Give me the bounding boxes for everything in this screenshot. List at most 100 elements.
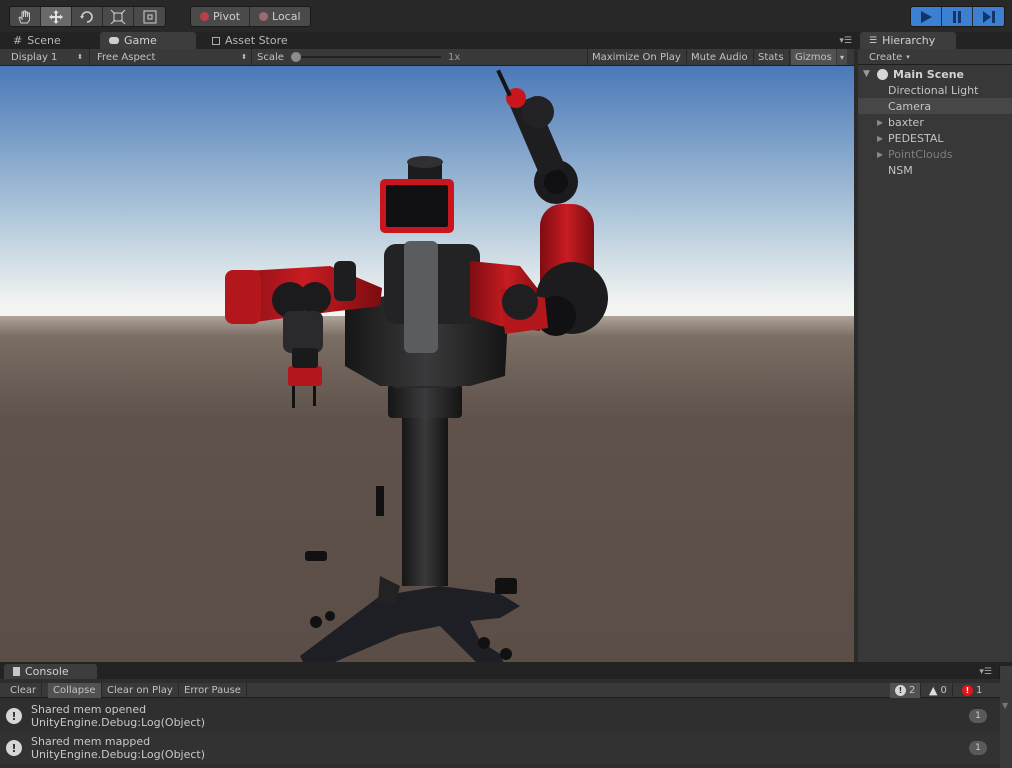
log-count-badge: 1 [969,741,987,755]
play-button[interactable] [911,7,942,26]
expand-arrow-icon[interactable]: ▶ [877,134,888,143]
scroll-down-icon[interactable]: ▼ [1002,701,1008,710]
tab-hierarchy-label: Hierarchy [882,34,936,47]
hierarchy-item-label: NSM [888,163,913,177]
local-button[interactable]: Local [250,7,310,26]
hierarchy-item[interactable]: Camera [858,98,1012,114]
hierarchy-item[interactable]: ▶ PEDESTAL [858,130,1012,146]
scale-slider[interactable] [291,52,441,62]
scale-slider-thumb[interactable] [291,52,301,62]
scale-tool-button[interactable] [103,7,134,26]
create-dropdown[interactable]: Create ▾ [869,49,910,65]
info-filter-toggle[interactable]: ! 2 [890,683,922,698]
hierarchy-tab-bar: ☰ Hierarchy [856,32,1012,49]
pause-button[interactable] [942,7,973,26]
hierarchy-item-label: Directional Light [888,83,979,97]
hierarchy-item-label: Camera [888,99,932,113]
console-scrollbar[interactable]: ▼ [1000,679,1012,768]
step-button[interactable] [973,7,1004,26]
console-panel: Clear Collapse Clear on Play Error Pause… [0,679,1012,768]
hierarchy-item[interactable]: NSM [858,162,1012,178]
create-label: Create [869,51,903,63]
display-dropdown[interactable]: Display 1 ⬍ [11,49,83,65]
tab-game-label: Game [124,34,157,47]
view-tab-bar: # Scene Game Asset Store ▾☰ [0,32,856,49]
rotate-tool-button[interactable] [72,7,103,26]
scale-icon [110,9,126,24]
console-toolbar: Clear Collapse Clear on Play Error Pause… [0,683,1000,698]
console-tab-bar: Console ▾☰ [0,662,1012,679]
panel-menu-icon[interactable]: ▾☰ [839,36,852,46]
gizmos-label: Gizmos [795,51,832,63]
local-label: Local [272,10,301,23]
gizmos-button[interactable]: Gizmos [791,49,836,65]
transform-tools [9,6,166,27]
local-icon [259,12,269,21]
warning-count: 0 [940,685,947,696]
step-icon [982,10,995,23]
scale-value: 1x [448,51,461,63]
hand-tool-button[interactable] [10,7,41,26]
warning-icon: ▲ [929,684,938,697]
pivot-toggles: Pivot Local [190,6,311,27]
rect-icon [143,10,156,23]
error-icon: ! [962,685,973,696]
log-text: Shared mem mapped UnityEngine.Debug:Log(O… [31,735,205,761]
rect-tool-button[interactable] [134,7,165,26]
maximize-on-play-toggle[interactable]: Maximize On Play [592,49,681,65]
console-menu-icon[interactable]: ▾☰ [979,667,992,677]
game-toolbar: Display 1 ⬍ Free Aspect ⬍ Scale 1x Maxim… [0,49,854,66]
tab-asset-store[interactable]: Asset Store [203,32,297,49]
expand-arrow-icon: ▼ [863,69,870,79]
clear-on-play-toggle[interactable]: Clear on Play [102,683,179,698]
warning-filter-toggle[interactable]: ▲ 0 [924,683,953,698]
display-label: Display 1 [11,51,58,63]
error-pause-toggle[interactable]: Error Pause [179,683,247,698]
aspect-dropdown[interactable]: Free Aspect ⬍ [97,49,247,65]
clear-button[interactable]: Clear [5,683,43,698]
scene-root-row[interactable]: ▼ Main Scene [858,66,1012,82]
stats-toggle[interactable]: Stats [758,49,784,65]
tab-console-label: Console [25,665,69,678]
log-message: Shared mem mapped [31,735,151,748]
pivot-icon [200,12,209,21]
info-icon: ! [6,708,22,724]
bag-icon [212,36,220,45]
unity-scene-icon [877,68,888,80]
updown-icon: ⬍ [241,53,247,61]
log-source: UnityEngine.Debug:Log(Object) [31,748,206,761]
move-icon [49,9,63,24]
side-strip [999,666,1012,679]
gizmos-dropdown-arrow[interactable]: ▾ [837,49,847,65]
expand-arrow-icon[interactable]: ▶ [877,118,888,127]
pivot-button[interactable]: Pivot [191,7,251,26]
console-log-row[interactable]: ! Shared mem mapped UnityEngine.Debug:Log(… [0,732,1000,764]
console-log-row[interactable]: ! Shared mem opened UnityEngine.Debug:Log(… [0,700,1000,732]
collapse-toggle[interactable]: Collapse [48,683,102,698]
tab-console[interactable]: Console [4,664,97,679]
play-icon [921,10,932,23]
tab-asset-store-label: Asset Store [225,34,288,47]
move-tool-button[interactable] [41,7,72,26]
tab-game[interactable]: Game [100,32,196,49]
scene-name: Main Scene [893,67,964,81]
hierarchy-item[interactable]: Directional Light [858,82,1012,98]
tab-hierarchy[interactable]: ☰ Hierarchy [860,32,956,49]
expand-arrow-icon[interactable]: ▶ [877,150,888,159]
pause-icon [953,10,961,23]
mute-audio-toggle[interactable]: Mute Audio [691,49,748,65]
error-filter-toggle[interactable]: ! 1 [957,683,987,698]
hierarchy-item-label: baxter [888,115,924,129]
info-count: 2 [909,685,916,696]
hierarchy-item[interactable]: ▶ baxter [858,114,1012,130]
main-toolbar: Pivot Local [0,0,1012,32]
hierarchy-panel: Create ▾ ▼ Main Scene Directional Light C… [858,49,1012,662]
rotate-icon [80,10,93,23]
game-viewport[interactable] [0,66,854,662]
scale-label: Scale [257,51,284,63]
tab-scene[interactable]: # Scene [4,32,70,49]
console-icon [13,667,20,676]
hierarchy-item[interactable]: ▶ PointClouds [858,146,1012,162]
aspect-label: Free Aspect [97,51,156,63]
pivot-label: Pivot [213,10,241,23]
